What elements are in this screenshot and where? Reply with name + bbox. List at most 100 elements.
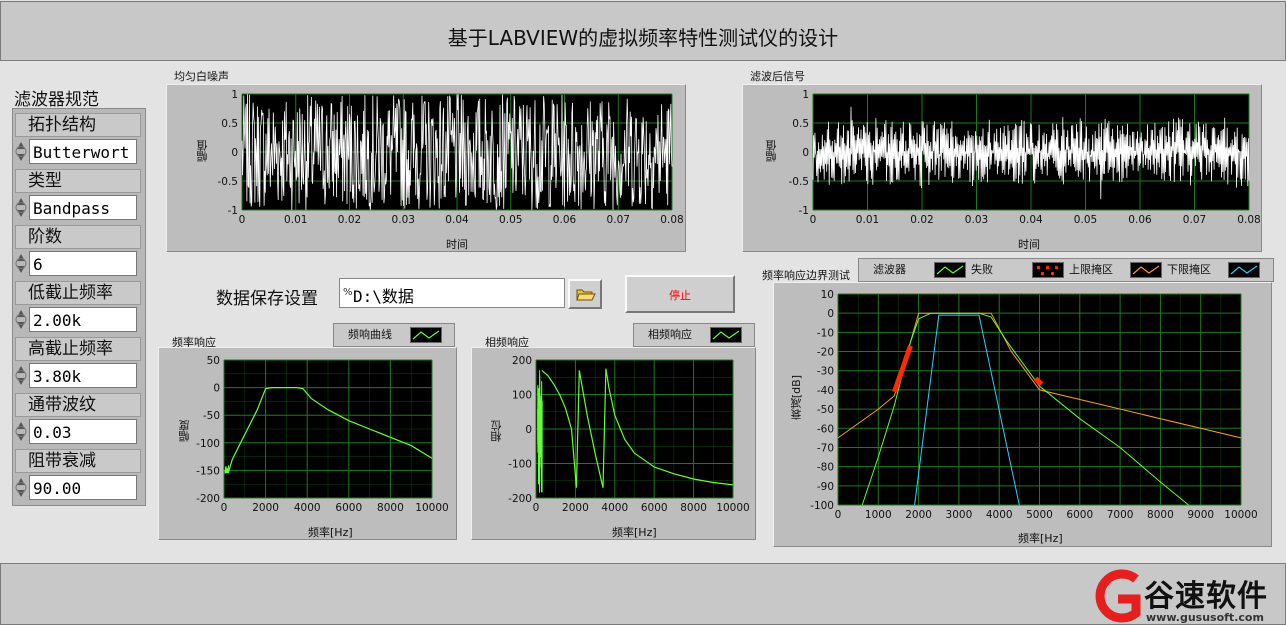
freq-ylabel: 幅度 [178,420,191,442]
freq-legend-swatch [410,327,442,343]
y-tick-label: -200 [508,493,532,505]
y-tick-label: 0 [827,308,834,320]
window-title: 基于LABVIEW的虚拟频率特性测试仪的设计 [447,26,839,50]
legend-filter-label: 滤波器 [873,263,906,276]
x-tick-label: 10000 [1224,509,1257,521]
phase-plot: 0 2000 4000 6000 8000 10000 200 100 0 -100 -200 [508,355,750,514]
noise-plot-title: 均匀白噪声 [174,70,229,83]
spec-spinner-icon-1[interactable] [15,195,27,220]
y-tick-label: -200 [196,493,220,505]
spec-value-3[interactable]: 2.00k [29,307,137,332]
spec-value-2[interactable]: 6 [29,251,137,276]
spec-value-0[interactable]: Butterwort [29,139,137,164]
x-tick-label: 0.06 [553,214,577,226]
y-tick-label: -150 [196,465,220,477]
spec-spinner-icon-2[interactable] [15,251,27,276]
x-tick-label: 0.02 [910,214,933,226]
x-tick-label: 6000 [641,502,668,514]
y-tick-label: 1 [802,89,809,101]
stop-button[interactable]: 停止 [625,275,735,313]
y-tick-label: 10 [821,289,834,301]
legend-upper-label: 上限掩区 [1069,263,1113,276]
x-tick-label: 0.07 [607,214,630,226]
spec-spinner-icon-4[interactable] [15,363,27,388]
boundary-legend: 滤波器 失败 上限掩区 下限掩区 [858,258,1274,282]
x-tick-label: 0.01 [284,214,307,226]
x-tick-label: 0 [239,214,246,226]
spec-spinner-icon-6[interactable] [15,475,27,500]
y-tick-label: 100 [512,390,532,402]
y-tick-label: -40 [817,385,834,397]
save-settings-label: 数据保存设置 [216,289,318,309]
y-tick-label: -100 [508,459,532,471]
filtered-plot-title: 滤波后信号 [750,70,805,83]
spec-heading: 滤波器规范 [14,90,99,110]
legend-fail-swatch [1032,262,1064,278]
boundary-plot-title: 频率响应边界测试 [762,269,850,282]
phase-legend: 相频响应 [633,323,755,347]
boundary-xlabel: 频率[Hz] [1018,532,1063,545]
legend-fail-label: 失败 [971,263,993,276]
noise-plot: 0 0.01 0.02 0.03 0.04 0.05 0.06 0.07 0.08 1 0.5 0 -0… [218,89,684,226]
spec-spinner-icon-3[interactable] [15,307,27,332]
spec-value-6[interactable]: 90.00 [29,475,137,500]
x-tick-label: 4000 [986,509,1013,521]
x-tick-label: 0 [221,502,228,514]
spec-spinner-icon-0[interactable] [15,139,27,164]
save-path-field[interactable]: % D:\数据 [339,278,565,308]
logo: 谷速软件 www.gususoft.com [1088,567,1286,625]
x-tick-label: 8000 [680,502,707,514]
x-tick-label: 3000 [946,509,973,521]
y-tick-label: 1 [231,89,238,101]
x-tick-label: 10000 [716,502,749,514]
y-tick-label: -70 [817,442,834,454]
x-tick-label: 0.07 [1183,214,1206,226]
stop-button-label: 停止 [669,289,691,302]
filtered-ylabel: 幅值 [765,140,778,162]
y-tick-label: -60 [817,423,834,435]
x-tick-label: 0.05 [1074,214,1097,226]
spec-label-0: 拓扑结构 [15,113,141,137]
spec-label-6: 阻带衰减 [15,449,141,473]
x-tick-label: 8000 [1147,509,1174,521]
phase-trace-lowband [537,370,543,493]
logo-url: www.gususoft.com [1146,611,1264,624]
legend-filter-swatch [934,262,966,278]
y-tick-label: -1 [799,205,809,217]
y-tick-label: -50 [817,404,834,416]
folder-open-icon [576,289,596,301]
x-tick-label: 0.02 [338,214,361,226]
x-tick-label: 7000 [1107,509,1134,521]
y-tick-label: -1 [228,205,238,217]
x-tick-label: 0.04 [445,214,469,226]
phase-xlabel: 频率[Hz] [612,526,657,539]
x-tick-label: 2000 [252,502,279,514]
spec-value-4[interactable]: 3.80k [29,363,137,388]
x-tick-label: 0.05 [499,214,522,226]
logo-mark [1095,569,1141,623]
filtered-plot: 0 0.01 0.02 0.03 0.04 0.05 0.06 0.07 0.08 1 0.5 0 -0… [789,89,1261,226]
spec-value-5[interactable]: 0.03 [29,419,137,444]
freq-xlabel: 频率[Hz] [308,526,353,539]
noise-xlabel: 时间 [446,238,468,251]
x-tick-label: 0.04 [1019,214,1043,226]
y-tick-label: -50 [203,410,220,422]
spec-spinner-icon-5[interactable] [15,419,27,444]
freq-legend: 频响曲线 [333,323,455,347]
spec-value-1[interactable]: Bandpass [29,195,137,220]
x-tick-label: 2000 [905,509,932,521]
logo-text: 谷速软件 [1144,579,1268,614]
boundary-plot: 0 1000 2000 3000 4000 5000 6000 7000 8000 9000 100… [810,289,1258,521]
x-tick-label: 4000 [601,502,628,514]
x-tick-label: 4000 [294,502,321,514]
y-tick-label: 0 [802,147,809,159]
freq-plot: 0 2000 4000 6000 8000 10000 50 0 -50 -100 -150 -200 [196,355,449,514]
x-tick-label: 0.03 [965,214,988,226]
x-tick-label: 10000 [415,502,448,514]
spec-label-4: 高截止频率 [15,337,141,361]
legend-lower-label: 下限掩区 [1167,263,1211,276]
freq-legend-label: 频响曲线 [348,328,392,341]
path-prefix-icon: % [343,287,353,298]
y-tick-label: -0.5 [789,176,810,188]
browse-button[interactable] [568,279,602,309]
